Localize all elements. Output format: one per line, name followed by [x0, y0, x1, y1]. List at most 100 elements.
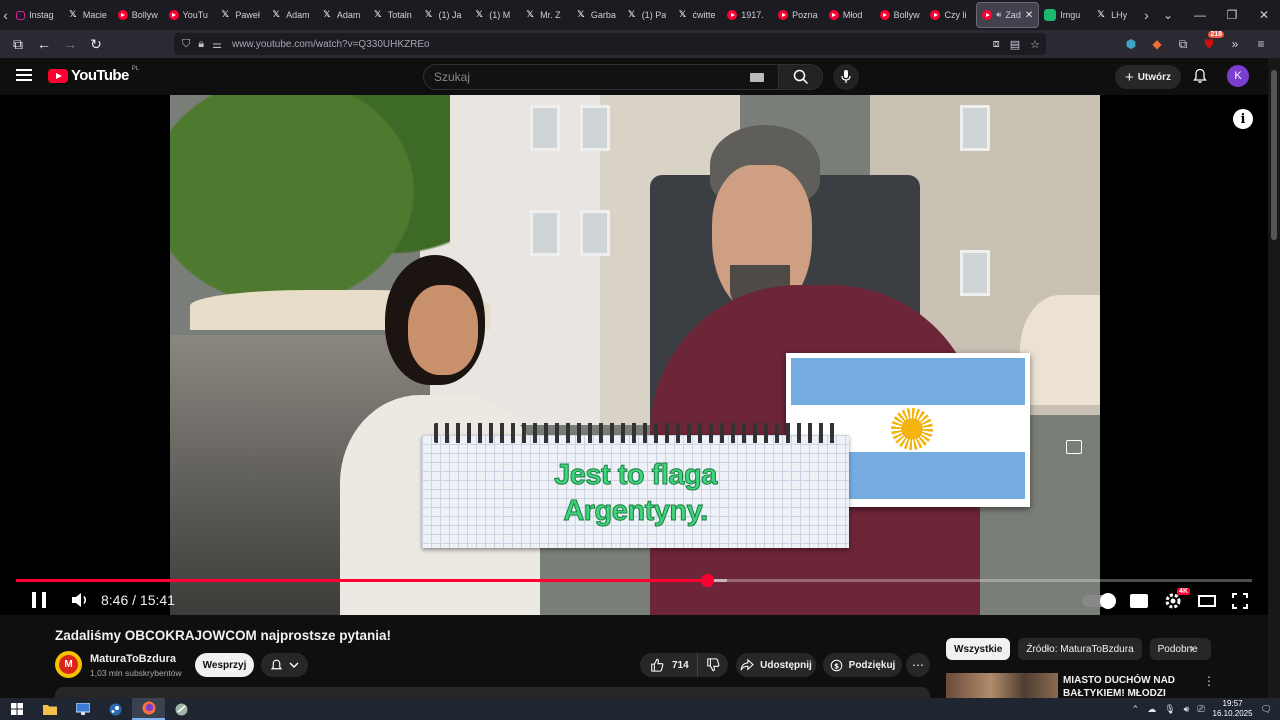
- extension-shield-icon[interactable]: ⬢: [1122, 37, 1140, 51]
- browser-tab[interactable]: 𝕏 Paweł: [214, 2, 265, 28]
- browser-tab[interactable]: Bollyw: [113, 2, 164, 28]
- tab-close-icon[interactable]: ✕: [1025, 10, 1033, 21]
- dislike-button[interactable]: [698, 658, 728, 672]
- overflow-chevron-icon[interactable]: »: [1226, 37, 1244, 51]
- browser-tab[interactable]: Bollyw: [875, 2, 926, 28]
- url-text[interactable]: www.youtube.com/watch?v=Q330UHKZREo: [232, 39, 430, 50]
- tray-overflow-icon[interactable]: ⌃: [1132, 704, 1140, 715]
- browser-tab[interactable]: Instag: [11, 2, 62, 28]
- tab-list-dropdown-icon[interactable]: ⌄: [1152, 8, 1184, 22]
- recommendation-menu-icon[interactable]: ⋮: [1203, 674, 1215, 688]
- notifications-bell-icon[interactable]: [1191, 67, 1209, 85]
- browser-tab[interactable]: Młod: [824, 2, 875, 28]
- chevron-right-icon[interactable]: ›: [1190, 641, 1194, 655]
- channel-name[interactable]: MaturaToBzdura: [90, 653, 176, 665]
- picture-in-picture-icon[interactable]: ⧈: [993, 38, 1000, 51]
- volume-icon[interactable]: [70, 590, 90, 610]
- start-windows-icon[interactable]: [0, 698, 33, 720]
- app-icon[interactable]: [165, 698, 198, 720]
- permissions-icon[interactable]: ⚌: [212, 38, 222, 51]
- like-button[interactable]: 714: [640, 653, 698, 677]
- extensions-puzzle-icon[interactable]: ⧉: [1174, 37, 1192, 52]
- create-button[interactable]: + Utwórz: [1115, 65, 1181, 89]
- file-explorer-icon[interactable]: [33, 698, 66, 720]
- browser-tab[interactable]: 𝕏 Garba: [570, 2, 621, 28]
- scrollbar-thumb[interactable]: [1271, 70, 1277, 240]
- browser-tab[interactable]: 𝕏 (1) M: [468, 2, 519, 28]
- info-card-icon[interactable]: i: [1233, 109, 1253, 129]
- browser-tab[interactable]: Czy li: [925, 2, 976, 28]
- search-box[interactable]: Szukaj: [423, 64, 823, 90]
- browser-tab[interactable]: YouTu: [164, 2, 215, 28]
- address-bar[interactable]: ⛉ 🔒︎ ⚌ www.youtube.com/watch?v=Q330UHKZR…: [174, 33, 1046, 55]
- browser-tab[interactable]: 𝕏 Adam: [265, 2, 316, 28]
- restore-icon[interactable]: ❐: [1216, 8, 1248, 22]
- video-player[interactable]: Jest to flaga Argentyny. i 8:46 / 15:41 …: [0, 95, 1268, 615]
- search-button[interactable]: [778, 65, 822, 89]
- steam-icon[interactable]: [99, 698, 132, 720]
- browser-tab[interactable]: 𝕏 Mr. Z: [519, 2, 570, 28]
- browser-tab[interactable]: 🔊︎ Zad ✕: [976, 2, 1040, 28]
- settings-gear-icon[interactable]: 4K: [1164, 588, 1190, 610]
- miniplayer-icon[interactable]: [1066, 440, 1082, 454]
- share-button[interactable]: Udostępnij: [736, 653, 816, 677]
- search-input[interactable]: Szukaj: [424, 70, 750, 84]
- reload-icon[interactable]: ↻: [84, 32, 108, 56]
- firefox-icon[interactable]: [132, 698, 165, 720]
- browser-tab[interactable]: 𝕏ćwitte: [671, 2, 722, 28]
- tab-audio-icon[interactable]: 🔊︎: [996, 10, 1001, 20]
- browser-tab[interactable]: Pozna: [773, 2, 824, 28]
- minimize-icon[interactable]: —: [1184, 8, 1216, 22]
- clock[interactable]: 19:57 16.10.2025: [1213, 699, 1253, 719]
- speaker-icon[interactable]: 🔊︎: [1184, 704, 1190, 715]
- guide-menu-icon[interactable]: [16, 69, 32, 81]
- browser-tab[interactable]: 𝕏 (1) Pa: [621, 2, 672, 28]
- chip-source[interactable]: Źródło: MaturaToBzdura: [1018, 638, 1142, 660]
- video-frame[interactable]: Jest to flaga Argentyny.: [170, 95, 1100, 615]
- voice-search-button[interactable]: [833, 64, 859, 90]
- browser-tab[interactable]: Imgu: [1039, 2, 1090, 28]
- ublock-icon[interactable]: ⛊ 218: [1200, 30, 1224, 52]
- tracking-shield-icon[interactable]: ⛉: [182, 38, 190, 51]
- keyboard-icon[interactable]: [750, 72, 764, 82]
- browser-tab[interactable]: 𝕏 (1) Ja: [418, 2, 469, 28]
- autoplay-toggle[interactable]: [1082, 593, 1116, 609]
- extension-fox-icon[interactable]: ◆: [1148, 37, 1166, 51]
- progress-bar[interactable]: [16, 574, 1252, 587]
- more-actions-icon[interactable]: ⋯: [906, 653, 930, 677]
- app-menu-icon[interactable]: ≡: [1252, 37, 1270, 51]
- notifications-icon[interactable]: 🗨︎: [1261, 704, 1272, 715]
- pause-button[interactable]: [32, 592, 46, 608]
- tabs-scroll-right-icon[interactable]: ›: [1141, 0, 1152, 30]
- subtitles-icon[interactable]: [1130, 594, 1148, 608]
- description-box[interactable]: [55, 687, 930, 698]
- onedrive-cloud-icon[interactable]: ☁: [1147, 704, 1156, 715]
- back-icon[interactable]: ←: [32, 32, 56, 56]
- remote-desktop-icon[interactable]: [66, 698, 99, 720]
- progress-scrubber[interactable]: [700, 574, 714, 587]
- youtube-logo[interactable]: YouTube PL: [48, 66, 139, 84]
- browser-tab[interactable]: 𝕏 LHy: [1090, 2, 1141, 28]
- lock-icon[interactable]: 🔒︎: [198, 38, 204, 51]
- tabs-scroll-left-icon[interactable]: ‹: [0, 0, 11, 30]
- sidebar-toggle-icon[interactable]: ⧉: [6, 32, 30, 56]
- recommendation-title[interactable]: MIASTO DUCHÓW NAD BAŁTYKIEM! MŁODZI STAD: [1063, 674, 1193, 698]
- subscription-notifications-button[interactable]: [261, 653, 308, 677]
- account-avatar[interactable]: K: [1227, 65, 1249, 87]
- browser-tab[interactable]: 1917.: [722, 2, 773, 28]
- support-button[interactable]: Wesprzyj: [195, 653, 254, 677]
- network-icon[interactable]: ⎚: [1197, 704, 1204, 715]
- recommendation-thumbnail[interactable]: [946, 673, 1058, 698]
- microphone-tray-icon[interactable]: 🎙︎: [1164, 704, 1175, 715]
- chip-all[interactable]: Wszystkie: [946, 638, 1011, 660]
- page-scrollbar[interactable]: [1268, 58, 1280, 698]
- browser-tab[interactable]: 𝕏 Adam: [316, 2, 367, 28]
- bookmark-star-icon[interactable]: ☆: [1030, 38, 1040, 51]
- close-window-icon[interactable]: ✕: [1248, 8, 1280, 22]
- reader-view-icon[interactable]: ▤: [1010, 38, 1020, 51]
- fullscreen-icon[interactable]: [1232, 593, 1248, 609]
- theater-mode-icon[interactable]: [1198, 595, 1216, 607]
- channel-avatar[interactable]: M: [55, 651, 82, 678]
- chip-related[interactable]: Podobne: [1149, 638, 1211, 660]
- thanks-button[interactable]: $ Podziękuj: [823, 653, 902, 677]
